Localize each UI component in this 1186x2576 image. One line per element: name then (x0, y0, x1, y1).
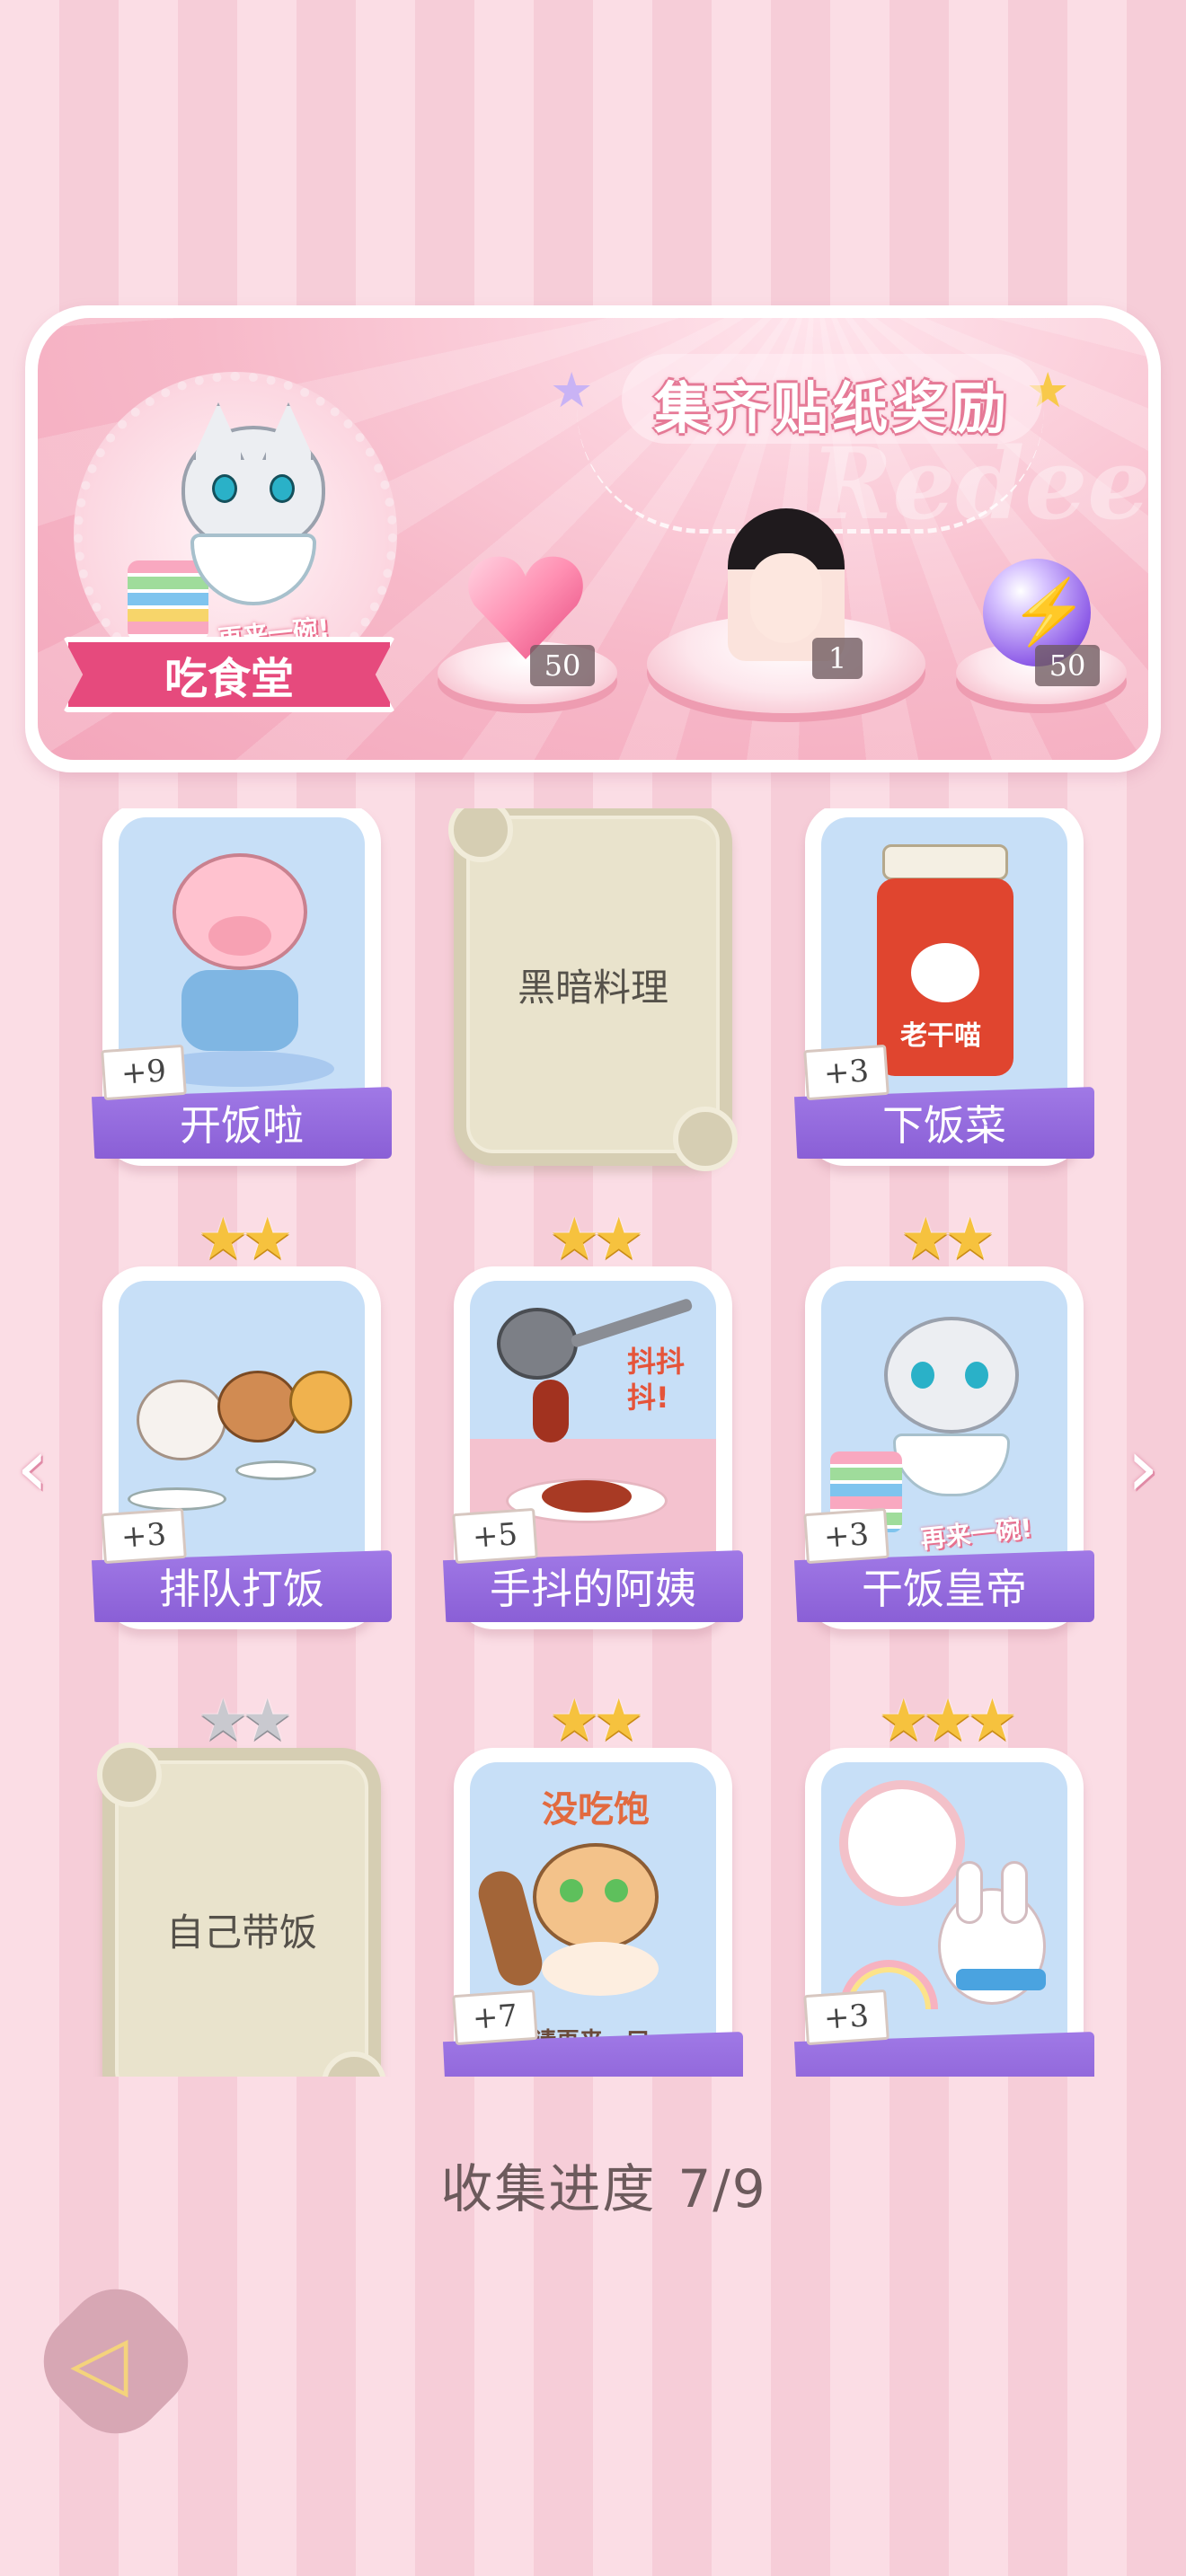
sticker-card[interactable]: ★★ 没吃饱 请再来一口 +7 (443, 1692, 743, 2077)
album-label: 吃食堂 (63, 637, 395, 712)
star-rating-2: ★★ (197, 1206, 294, 1273)
bonus-tag: +3 (803, 1044, 890, 1101)
cat-icon (181, 426, 325, 551)
sticker-card[interactable]: ★★★ +3 (794, 1692, 1094, 2077)
bonus-tag: +9 (101, 1044, 187, 1101)
progress-value: 7/9 (677, 2158, 767, 2219)
sticker-card[interactable]: +9 开饭啦 (92, 808, 392, 1166)
sticker-card[interactable]: 老干喵 +3 下饭菜 (794, 808, 1094, 1166)
reward-count: 50 (1035, 645, 1100, 686)
collection-progress: 收集进度 7/9 (0, 2147, 1186, 2222)
art-caption: 抖抖抖! (627, 1345, 686, 1415)
star-rating-2: ★★ (548, 1688, 645, 1754)
bonus-tag: +7 (452, 1989, 538, 2046)
stacked-bowls-icon (128, 560, 208, 641)
sticker-name: 黑暗料理 (448, 808, 738, 1171)
sticker-card[interactable]: ★★ 再来一碗! +3 干饭皇帝 (794, 1211, 1094, 1629)
progress-label: 收集进度 (440, 2158, 657, 2219)
sticker-card[interactable]: ★★ +3 排队打饭 (92, 1211, 392, 1629)
art-caption: 老干喵 (900, 1020, 981, 1052)
star-icon: ★ (550, 362, 594, 419)
art-caption: 没吃饱 (542, 1789, 650, 1831)
star-rating-2: ★★ (548, 1206, 645, 1273)
bonus-tag: +3 (803, 1507, 890, 1565)
sticker-name: 自己带饭 (97, 1742, 386, 2077)
next-page-arrow-icon[interactable]: › (1127, 1428, 1172, 1509)
back-arrow-icon: ◁ (70, 2318, 128, 2406)
star-rating-2: ★★ (197, 1688, 294, 1754)
reward-count: 50 (530, 645, 595, 686)
sticker-card-locked[interactable]: 黑暗料理 (448, 808, 738, 1171)
sticker-card-locked[interactable]: ★★ 自己带饭 (97, 1692, 386, 2077)
prev-page-arrow-icon[interactable]: ‹ (16, 1428, 61, 1509)
star-rating-2: ★★ (899, 1206, 996, 1273)
rice-bowl-icon (190, 534, 316, 605)
sticker-card[interactable]: ★★ 抖抖抖! +5 手抖的阿姨 (443, 1211, 743, 1629)
bonus-tag: +3 (101, 1507, 187, 1565)
bonus-tag: +3 (803, 1989, 890, 2046)
sticker-grid: +9 开饭啦 黑暗料理 老干喵 +3 下饭菜 ★★ +3 排队打饭 ★★ 抖抖抖… (0, 808, 1186, 2077)
sticker-reward-banner: Redeem ★ ★ 集齐贴纸奖励 再来一碗! 吃食堂 50 1 50 (25, 305, 1161, 772)
banner-title: 集齐贴纸奖励 (622, 354, 1043, 444)
star-rating-3: ★★★ (877, 1688, 1018, 1754)
bonus-tag: +5 (452, 1507, 538, 1565)
reward-count: 1 (812, 638, 863, 679)
art-caption: 再来一碗! (918, 1513, 1034, 1555)
banner-background: Redeem ★ ★ 集齐贴纸奖励 再来一碗! 吃食堂 50 1 50 (38, 318, 1148, 760)
